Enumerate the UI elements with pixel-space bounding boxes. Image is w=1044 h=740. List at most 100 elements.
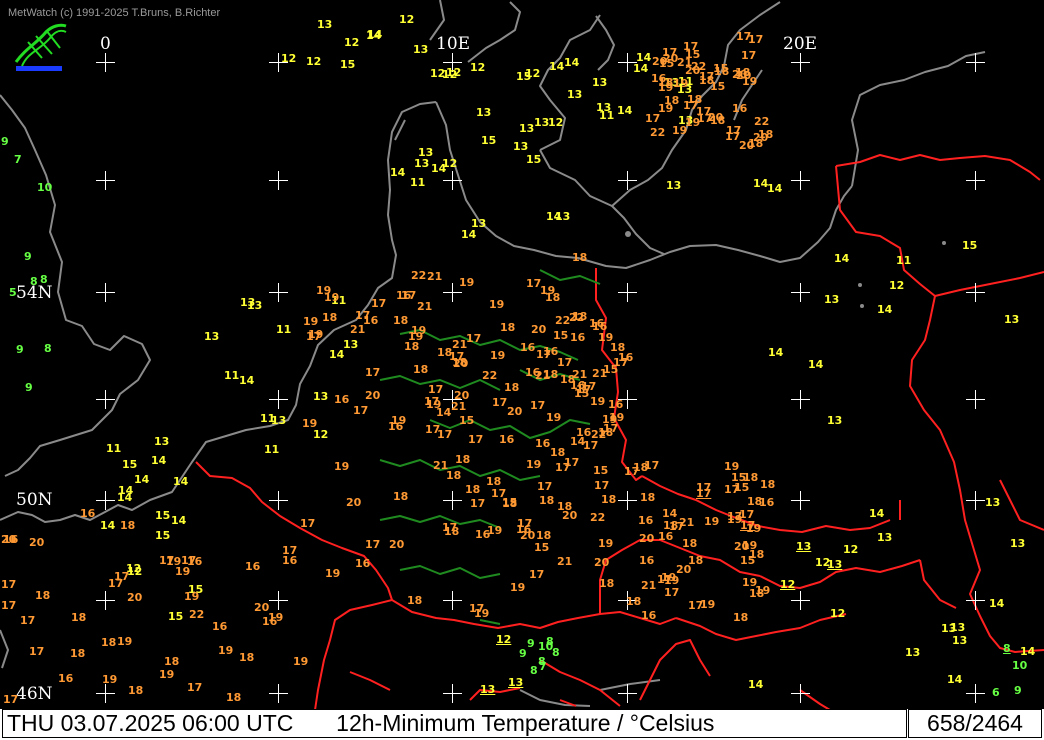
- temperature-value: 19: [302, 417, 318, 430]
- grid-cross: [791, 591, 810, 610]
- temperature-value: 17: [613, 356, 629, 369]
- temperature-value: 14: [869, 507, 885, 520]
- temperature-value: 19: [658, 81, 674, 94]
- temperature-value: 13: [413, 43, 429, 56]
- temperature-value: 18: [393, 314, 409, 327]
- footer-count: 658/2464: [908, 709, 1042, 738]
- grid-cross: [966, 684, 985, 703]
- temperature-value: 17: [726, 124, 742, 137]
- islands: [625, 231, 946, 308]
- temperature-value: 21: [350, 323, 366, 336]
- status-footer: THU 03.07.2025 06:00 UTC 12h-Minimum Tem…: [0, 709, 1044, 740]
- footer-title: 12h-Minimum Temperature / °Celsius: [336, 710, 715, 736]
- temperature-value: 17: [530, 399, 546, 412]
- temperature-value: 16: [520, 341, 536, 354]
- temperature-value: 15: [122, 458, 138, 471]
- temperature-value: 21: [592, 367, 608, 380]
- temperature-value: 14: [768, 346, 784, 359]
- temperature-value: 14: [367, 28, 383, 41]
- temperature-value: 18: [710, 114, 726, 127]
- temperature-value: 14: [633, 62, 649, 75]
- temperature-value: 18: [500, 321, 516, 334]
- temperature-value: 9: [25, 381, 33, 394]
- temperature-value: 15: [155, 509, 171, 522]
- temperature-value: 19: [704, 515, 720, 528]
- temperature-value: 17: [187, 681, 203, 694]
- temperature-value: 18: [413, 363, 429, 376]
- grid-cross: [443, 684, 462, 703]
- temperature-value: 11: [260, 412, 276, 425]
- temperature-value: 12: [470, 61, 486, 74]
- temperature-value: 16: [589, 317, 605, 330]
- temperature-value: 17: [537, 480, 553, 493]
- temperature-value: 20: [736, 69, 752, 82]
- temperature-value: 17: [748, 33, 764, 46]
- temperature-value: 9: [1, 135, 9, 148]
- temperature-value: 20: [685, 64, 701, 77]
- temperature-value: 12: [306, 55, 322, 68]
- temperature-value: 13: [905, 646, 921, 659]
- temperature-value: 19: [293, 655, 309, 668]
- temperature-value: 18: [747, 495, 763, 508]
- temperature-value: 17: [1, 578, 17, 591]
- temperature-value: 15: [731, 471, 747, 484]
- grid-cross: [791, 53, 810, 72]
- temperature-value: 16: [638, 514, 654, 527]
- temperature-value: 17: [1, 599, 17, 612]
- temperature-value: 21: [641, 579, 657, 592]
- temperature-value: 19: [325, 567, 341, 580]
- temperature-value: 13: [414, 157, 430, 170]
- temperature-value: 17: [355, 309, 371, 322]
- temperature-value: 9: [24, 250, 32, 263]
- temperature-value: 12: [780, 578, 796, 591]
- temperature-value: 17: [469, 602, 485, 615]
- grid-cross: [966, 53, 985, 72]
- grid-cross: [791, 491, 810, 510]
- temperature-value: 12: [281, 52, 297, 65]
- temperature-value: 17: [470, 497, 486, 510]
- temperature-value: 18: [682, 537, 698, 550]
- temperature-value: 17: [20, 614, 36, 627]
- temperature-value: 21: [572, 368, 588, 381]
- temperature-value: 19: [489, 298, 505, 311]
- temperature-value: 8: [40, 273, 48, 286]
- temperature-value: 13: [666, 179, 682, 192]
- temperature-value: 14: [564, 56, 580, 69]
- temperature-value: 19: [546, 411, 562, 424]
- temperature-value: 12: [525, 67, 541, 80]
- temperature-value: 19: [117, 635, 133, 648]
- grid-cross: [443, 591, 462, 610]
- temperature-value: 13: [592, 76, 608, 89]
- temperature-value: 14: [808, 358, 824, 371]
- grid-cross: [269, 491, 288, 510]
- temperature-value: 9: [527, 637, 535, 650]
- temperature-value: 19: [408, 330, 424, 343]
- footer-datetime: THU 03.07.2025 06:00 UTC: [7, 710, 294, 736]
- temperature-value: 20: [127, 591, 143, 604]
- grid-coordinate-label: 10E: [436, 34, 471, 54]
- grid-cross: [791, 283, 810, 302]
- temperature-value: 17: [526, 277, 542, 290]
- temperature-value: 16: [187, 555, 203, 568]
- temperature-value: 16: [516, 523, 532, 536]
- temperature-value: 16: [570, 331, 586, 344]
- temperature-value: 19: [316, 284, 332, 297]
- grid-cross: [966, 171, 985, 190]
- temperature-value: 17: [365, 366, 381, 379]
- temperature-value: 17: [557, 356, 573, 369]
- temperature-value: 7: [14, 153, 22, 166]
- temperature-value: 17: [365, 538, 381, 551]
- temperature-value: 22: [754, 115, 770, 128]
- temperature-value: 14: [239, 374, 255, 387]
- temperature-value: 13: [950, 621, 966, 634]
- grid-cross: [966, 283, 985, 302]
- temperature-value: 14: [134, 473, 150, 486]
- temperature-value: 17: [536, 348, 552, 361]
- temperature-value: 16: [334, 393, 350, 406]
- temperature-value: 15: [526, 153, 542, 166]
- temperature-value: 20: [739, 139, 755, 152]
- footer-main: THU 03.07.2025 06:00 UTC 12h-Minimum Tem…: [2, 709, 907, 738]
- temperature-value: 19: [685, 116, 701, 129]
- temperature-value: 14: [877, 303, 893, 316]
- temperature-value: 9: [1014, 684, 1022, 697]
